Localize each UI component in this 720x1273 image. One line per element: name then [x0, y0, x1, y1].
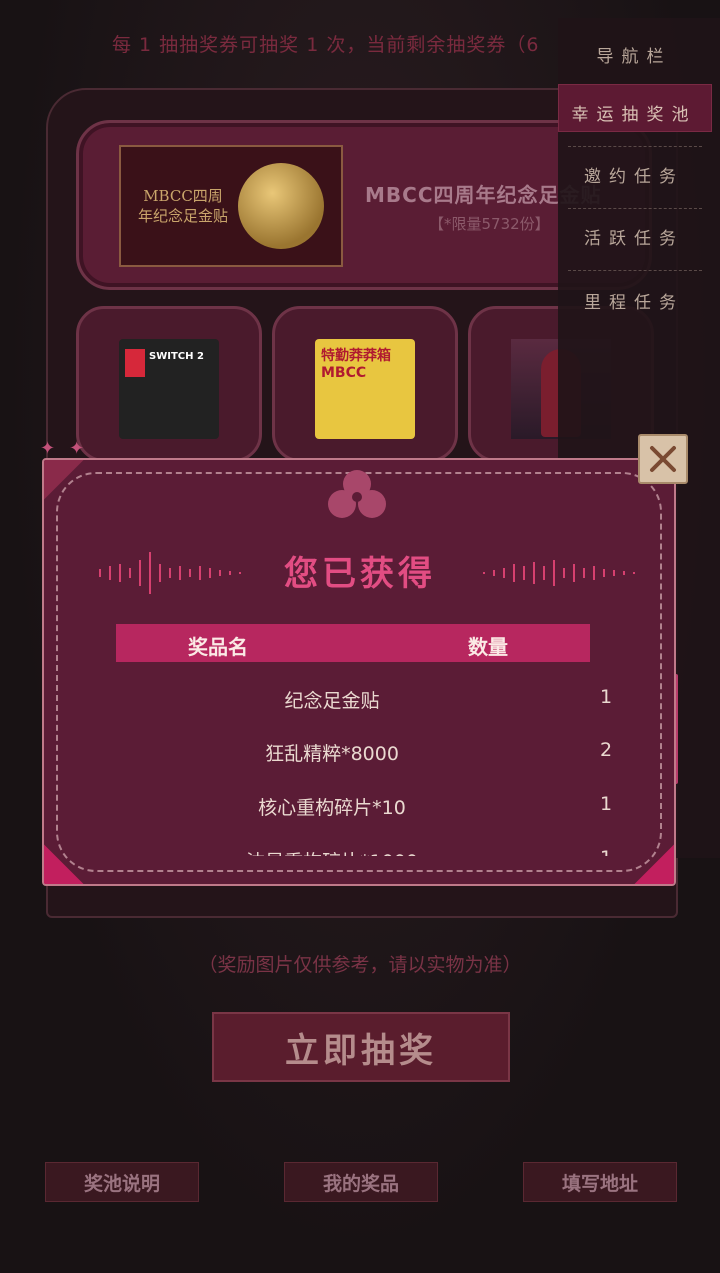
box-image-label: 特勤莽莽箱 MBCC: [321, 348, 391, 381]
table-row: 核心重构碎片*10 1: [158, 793, 632, 823]
soundwave-right-icon: [483, 560, 635, 586]
nav-divider: [568, 146, 702, 147]
sparkle-icon: ✦✦: [40, 438, 99, 459]
draw-now-button[interactable]: 立即抽奖: [212, 1012, 510, 1082]
nav-divider: [568, 270, 702, 271]
prize-card-box[interactable]: 特勤莽莽箱 MBCC: [272, 306, 458, 462]
reward-table-header: 奖品名 数量: [116, 624, 590, 662]
reward-qty: 2: [599, 739, 613, 761]
switch-image-label: SWITCH 2: [149, 351, 204, 362]
reward-qty: 1: [552, 847, 660, 856]
reward-disclaimer: （奖励图片仅供参考，请以实物为准）: [198, 954, 522, 976]
reward-table-body[interactable]: 纪念足金贴 1 狂乱精粹*8000 2 核心重构碎片*10 1 沈星重构碎片*1…: [42, 676, 672, 856]
pool-info-button[interactable]: 奖池说明: [45, 1162, 199, 1202]
special-box-image: 特勤莽莽箱 MBCC: [315, 339, 415, 439]
close-icon: [650, 446, 676, 472]
nav-title: 导航栏: [596, 47, 672, 67]
reward-qty: 1: [599, 793, 613, 815]
table-row: 沈星重构碎片*1000 1: [158, 847, 632, 856]
reward-name: 狂乱精粹*8000: [265, 743, 399, 765]
column-header-name: 奖品名: [188, 635, 248, 659]
reward-name: 沈星重构碎片*1000: [232, 847, 432, 856]
nav-divider: [568, 208, 702, 209]
reward-name: 核心重构碎片*10: [258, 797, 406, 819]
table-row: 狂乱精粹*8000 2: [158, 739, 632, 769]
ticket-info-text: 每 1 抽抽奖券可抽奖 1 次，当前剩余抽奖券（6: [112, 34, 540, 56]
nav-item-lucky-pool[interactable]: 幸运抽奖池: [558, 100, 710, 125]
fill-address-button[interactable]: 填写地址: [523, 1162, 677, 1202]
nav-item-invite-tasks[interactable]: 邀约任务: [558, 162, 710, 187]
gold-badge-icon: [238, 163, 324, 249]
featured-prize-limit: 【*限量5732份】: [429, 215, 550, 233]
featured-prize-image: MBCC四周年纪念足金贴: [119, 145, 343, 267]
column-header-qty: 数量: [468, 635, 508, 659]
switch-console-image: SWITCH 2: [119, 339, 219, 439]
nav-item-mileage-tasks[interactable]: 里程任务: [558, 288, 710, 313]
reward-name: 纪念足金贴: [284, 690, 380, 712]
close-button[interactable]: [638, 434, 688, 484]
reward-qty: 1: [599, 686, 613, 708]
prize-card-switch[interactable]: SWITCH 2: [76, 306, 262, 462]
nav-item-active-tasks[interactable]: 活跃任务: [558, 224, 710, 249]
featured-image-label: MBCC四周年纪念足金贴: [138, 187, 229, 225]
table-row: 纪念足金贴 1: [158, 686, 632, 716]
my-prizes-button[interactable]: 我的奖品: [284, 1162, 438, 1202]
clover-emblem-icon: [328, 470, 386, 518]
